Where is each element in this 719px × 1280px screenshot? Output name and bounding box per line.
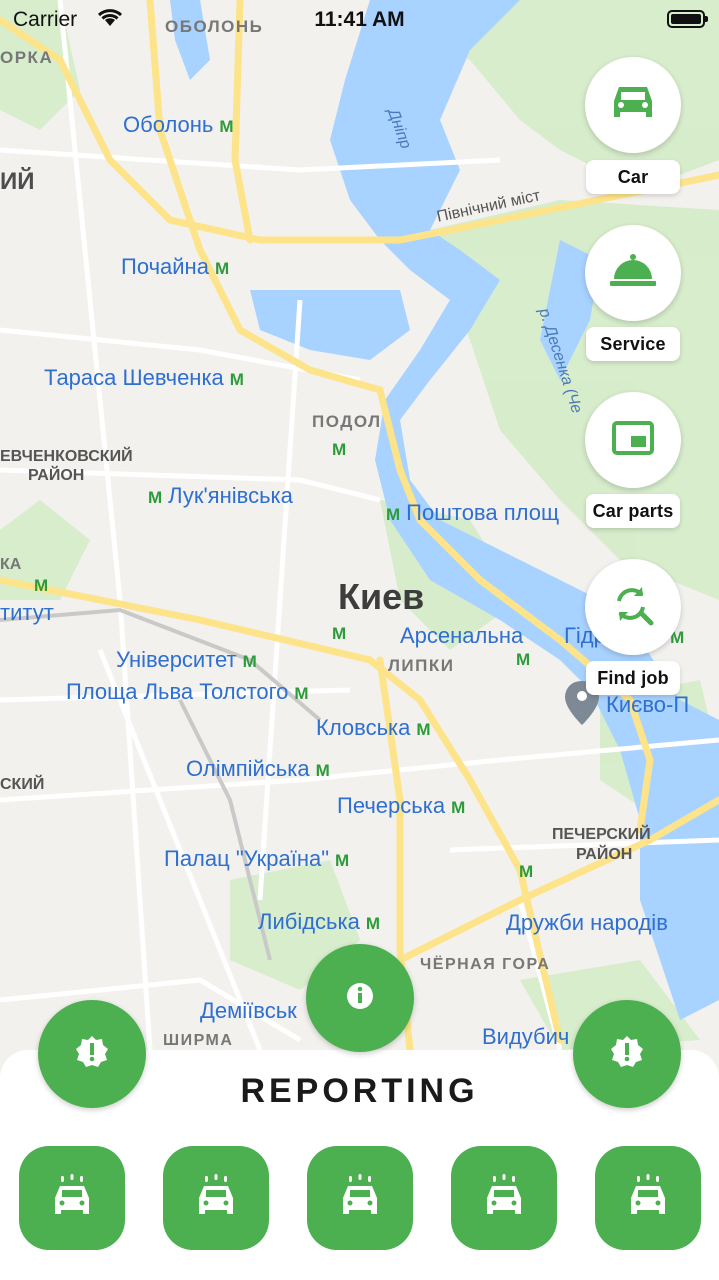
river-label: Дніпр — [384, 106, 415, 152]
station-label: Печерська — [337, 793, 446, 818]
metro-station[interactable]: Кловська M — [316, 715, 431, 741]
metro-icon: M — [315, 761, 330, 780]
find-job-button[interactable] — [585, 559, 681, 655]
station-label: Почайна — [121, 254, 209, 279]
info-button[interactable] — [306, 944, 414, 1052]
refresh-search-icon — [611, 583, 655, 632]
bridge-label: Північний міст — [435, 187, 542, 226]
metro-station[interactable]: Києво-П — [606, 692, 719, 718]
metro-icon: M — [332, 624, 347, 643]
district-label: ОРКА — [0, 48, 54, 67]
metro-icon: M — [365, 914, 381, 933]
station-label: Києво-П — [606, 692, 690, 717]
alert-badge-icon — [74, 1034, 110, 1075]
car-parts-button[interactable] — [585, 392, 681, 488]
metro-station[interactable]: Видубич — [482, 1024, 569, 1050]
district-label: РАЙОН — [28, 467, 85, 484]
info-icon — [346, 982, 374, 1015]
car-wash-icon — [196, 1173, 236, 1223]
metro-icon: M — [214, 259, 230, 278]
metro-station[interactable]: Либідська M — [258, 909, 380, 935]
metro-icon: M — [34, 576, 49, 595]
station-label: Оболонь — [123, 112, 214, 137]
car-wash-icon — [340, 1173, 380, 1223]
district-label: ЧЁРНАЯ ГОРА — [420, 956, 551, 973]
district-label: ПОДОЛ — [312, 412, 382, 431]
metro-icon: M — [294, 684, 309, 703]
river-label: р. Десенка (Че — [535, 306, 586, 416]
status-bar: Carrier 11:41 AM — [0, 0, 719, 40]
metro-icon: M — [451, 798, 466, 817]
metro-station[interactable]: титут — [0, 600, 54, 626]
report-car-wash-button-5[interactable] — [595, 1146, 701, 1250]
metro-station[interactable]: Дружби народів — [506, 910, 668, 936]
metro-icon: M — [335, 851, 350, 870]
metro-icon: M — [519, 862, 534, 881]
metro-station[interactable]: Деміївськ — [200, 998, 297, 1024]
metro-station[interactable]: Тараса Шевченка M — [44, 365, 244, 391]
metro-station[interactable]: M Лук'янівська — [148, 483, 293, 509]
metro-station[interactable]: Університет M — [116, 647, 257, 673]
district-label: ШИРМА — [163, 1032, 234, 1049]
metro-station[interactable]: Оболонь M — [123, 112, 234, 138]
car-label: Car — [586, 160, 680, 194]
station-label: Видубич — [482, 1024, 570, 1049]
metro-icon: M — [416, 720, 431, 739]
station-label: Лук'янівська — [168, 483, 293, 508]
car-button[interactable] — [585, 57, 681, 153]
district-label: РАЙОН — [576, 846, 633, 863]
metro-icon: M — [229, 370, 244, 389]
car-wash-icon — [628, 1173, 668, 1223]
station-label: Палац "Україна" — [164, 846, 330, 871]
station-label: титут — [0, 600, 54, 625]
metro-station[interactable]: Почайна M — [121, 254, 229, 280]
district-label: КА — [0, 556, 22, 573]
metro-icon: M — [242, 652, 257, 671]
alert-badge-icon — [609, 1034, 645, 1075]
station-label: Арсенальна — [400, 623, 524, 648]
district-label: ИЙ — [0, 168, 35, 195]
metro-station[interactable]: Палац "Україна" M — [164, 846, 349, 872]
car-wash-icon — [52, 1173, 92, 1223]
station-label: Поштова площ — [406, 500, 560, 525]
station-label: Дружби народів — [506, 910, 668, 935]
service-button[interactable] — [585, 225, 681, 321]
district-label: СКИЙ — [0, 776, 45, 793]
reporting-title: REPORTING — [240, 1072, 479, 1110]
report-car-wash-button-3[interactable] — [307, 1146, 413, 1250]
metro-station[interactable]: Печерська M — [337, 793, 465, 819]
picture-in-picture-icon — [612, 420, 654, 460]
service-label: Service — [586, 327, 680, 361]
station-label: Либідська — [258, 909, 360, 934]
metro-icon: M — [332, 440, 347, 459]
city-label: Киев — [338, 576, 425, 617]
station-label: Площа Льва Толстого — [66, 679, 289, 704]
car-wash-icon — [484, 1173, 524, 1223]
metro-station[interactable]: Площа Льва Толстого M — [66, 679, 309, 705]
station-label: Кловська — [316, 715, 411, 740]
district-label: ЛИПКИ — [388, 656, 455, 675]
report-car-wash-button-4[interactable] — [451, 1146, 557, 1250]
metro-station[interactable]: Арсенальна — [400, 623, 523, 649]
find-job-label: Find job — [586, 661, 680, 695]
district-label: ЕВЧЕНКОВСКИЙ — [0, 448, 133, 465]
station-label: Олімпійська — [186, 756, 310, 781]
metro-station[interactable]: Олімпійська M — [186, 756, 330, 782]
metro-icon: M — [386, 505, 401, 524]
metro-station[interactable]: M Поштова площ — [386, 500, 586, 526]
station-label: Тараса Шевченка — [44, 365, 224, 390]
metro-icon: M — [219, 117, 234, 136]
district-label: ПЕЧЕРСКИЙ — [552, 826, 651, 843]
car-parts-label: Car parts — [586, 494, 680, 528]
cloche-icon — [608, 251, 658, 296]
report-car-wash-button-2[interactable] — [163, 1146, 269, 1250]
station-label: Університет — [116, 647, 237, 672]
status-time: 11:41 AM — [314, 8, 405, 31]
car-icon — [610, 83, 656, 128]
station-label: Деміївськ — [200, 998, 297, 1023]
report-car-wash-button-1[interactable] — [19, 1146, 125, 1250]
metro-icon: M — [148, 488, 163, 507]
metro-icon: M — [516, 650, 531, 669]
battery-icon — [667, 10, 708, 28]
